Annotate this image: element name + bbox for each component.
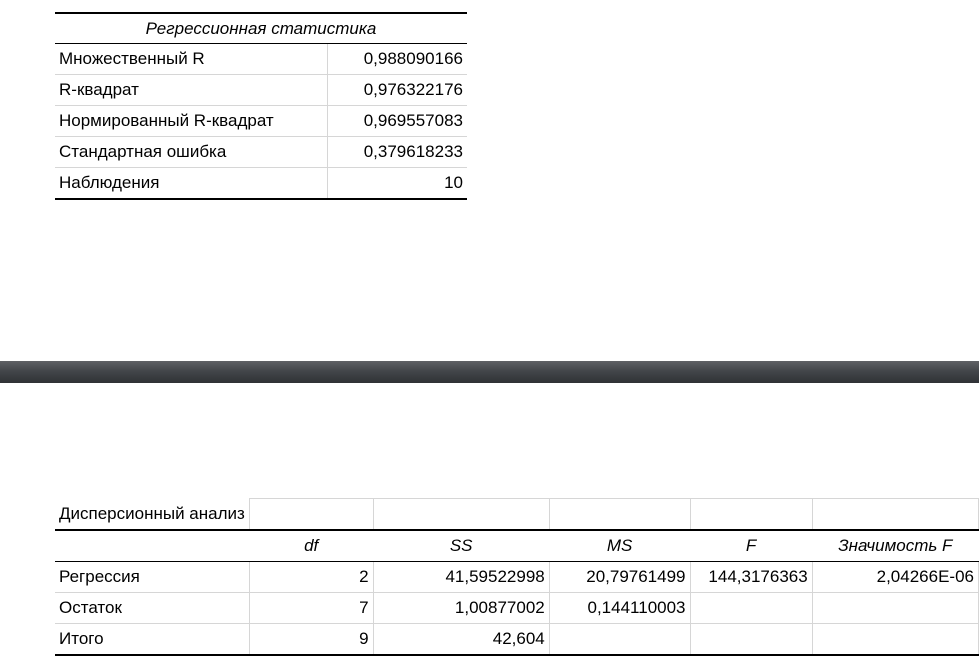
cell-f[interactable]	[689, 592, 813, 624]
stat-value-standard-error[interactable]: 0,379618233	[326, 136, 467, 168]
stat-value-r-squared[interactable]: 0,976322176	[326, 74, 467, 106]
anova-title-row: Дисперсионный анализ	[55, 498, 979, 531]
column-header-ss[interactable]: SS	[373, 529, 550, 562]
cell-f[interactable]: 144,3176363	[689, 561, 813, 593]
regression-statistics-title[interactable]: Регрессионная статистика	[55, 12, 467, 44]
cell-df[interactable]: 2	[248, 561, 374, 593]
column-header-f[interactable]: F	[690, 529, 813, 562]
stat-label-standard-error[interactable]: Стандартная ошибка	[55, 136, 327, 168]
column-header-df[interactable]: df	[249, 529, 374, 562]
table-row: Нормированный R-квадрат 0,969557083	[55, 105, 467, 137]
stat-label-adjusted-r-squared[interactable]: Нормированный R-квадрат	[55, 105, 327, 137]
empty-cell[interactable]	[811, 498, 979, 530]
cell-ss[interactable]: 41,59522998	[372, 561, 550, 593]
anova-table: Дисперсионный анализ df SS MS F Значимос…	[55, 498, 979, 656]
table-row: Итого 9 42,604	[55, 623, 979, 656]
anova-title[interactable]: Дисперсионный анализ	[55, 499, 249, 531]
empty-cell[interactable]	[248, 498, 374, 530]
cell-significance-f[interactable]	[811, 592, 979, 624]
table-row: Регрессия 2 41,59522998 20,79761499 144,…	[55, 561, 979, 593]
stat-value-observations[interactable]: 10	[326, 167, 467, 200]
row-label-regression[interactable]: Регрессия	[55, 561, 250, 593]
stat-label-r-squared[interactable]: R-квадрат	[55, 74, 327, 106]
separator-bar	[0, 361, 979, 383]
anova-header-row: df SS MS F Значимость F	[55, 529, 979, 562]
cell-ss[interactable]: 1,00877002	[372, 592, 550, 624]
row-label-total[interactable]: Итого	[55, 623, 250, 656]
cell-df[interactable]: 7	[248, 592, 374, 624]
cell-f[interactable]	[689, 623, 813, 656]
cell-ss[interactable]: 42,604	[372, 623, 550, 656]
table-row: Наблюдения 10	[55, 167, 467, 200]
stat-value-adjusted-r-squared[interactable]: 0,969557083	[326, 105, 467, 137]
stat-label-multiple-r[interactable]: Множественный R	[55, 43, 327, 75]
cell-ms[interactable]: 20,79761499	[548, 561, 691, 593]
row-label-residual[interactable]: Остаток	[55, 592, 250, 624]
stat-label-observations[interactable]: Наблюдения	[55, 167, 327, 200]
empty-cell[interactable]	[548, 498, 691, 530]
cell-ms[interactable]: 0,144110003	[548, 592, 691, 624]
empty-cell[interactable]	[689, 498, 813, 530]
regression-statistics-table: Регрессионная статистика Множественный R…	[55, 12, 467, 200]
stat-value-multiple-r[interactable]: 0,988090166	[326, 43, 467, 75]
table-row: Остаток 7 1,00877002 0,144110003	[55, 592, 979, 624]
cell-df[interactable]: 9	[248, 623, 374, 656]
empty-cell[interactable]	[372, 498, 550, 530]
column-header-significance-f[interactable]: Значимость F	[812, 529, 979, 562]
regression-statistics-header-row: Регрессионная статистика	[55, 12, 467, 44]
column-header-blank[interactable]	[55, 529, 250, 562]
cell-significance-f[interactable]: 2,04266E-06	[811, 561, 979, 593]
column-header-ms[interactable]: MS	[549, 529, 691, 562]
table-row: Стандартная ошибка 0,379618233	[55, 136, 467, 168]
cell-significance-f[interactable]	[811, 623, 979, 656]
table-row: R-квадрат 0,976322176	[55, 74, 467, 106]
cell-ms[interactable]	[548, 623, 691, 656]
table-row: Множественный R 0,988090166	[55, 43, 467, 75]
